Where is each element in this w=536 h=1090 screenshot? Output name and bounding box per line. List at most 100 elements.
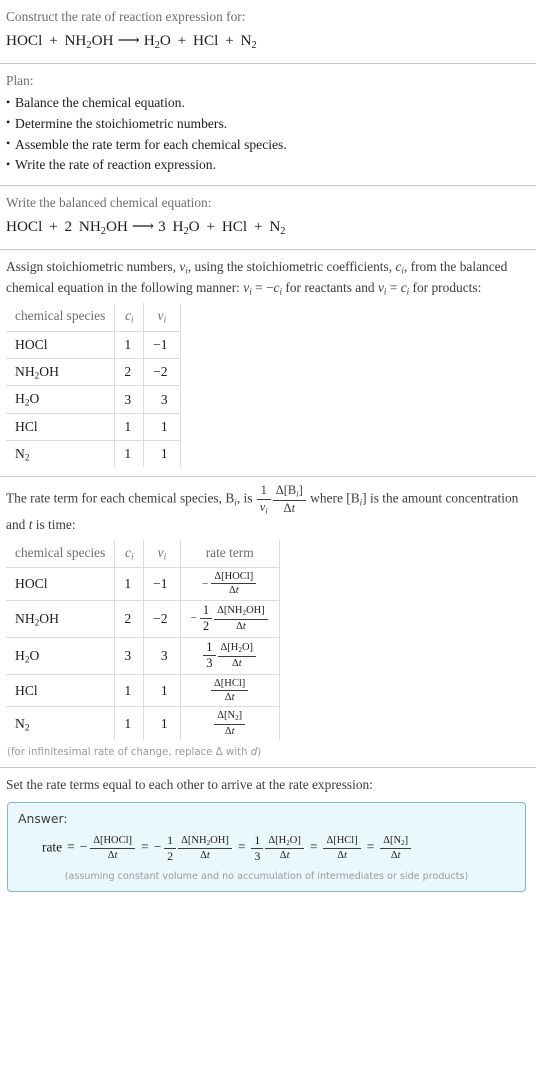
- cell-c: 1: [114, 439, 145, 468]
- column-header-species: chemical species: [6, 539, 116, 569]
- answer-box: Answer: rate = − Δ[HOCl] Δt = −1 2 Δ[NH2OH] Δt = 1 3…: [7, 801, 526, 893]
- inline-fraction-one-over-nu: 1 νi: [256, 484, 271, 515]
- assign-text-4: for reactants and: [282, 279, 378, 295]
- fraction-delta-N2-over-delta-t: Δ[N2] Δt: [380, 835, 412, 862]
- table-row: N2 1 1: [6, 439, 181, 468]
- cell-c: 1: [114, 673, 145, 708]
- page-title: Construct the rate of reaction expressio…: [6, 9, 246, 24]
- answer-assumption-note: (assuming constant volume and no accumul…: [64, 871, 469, 883]
- assign-text-2: , using the stoichiometric coefficients,: [187, 258, 396, 274]
- balanced-equation-label: Write the balanced chemical equation:: [6, 194, 212, 210]
- rate-term-table: chemical species ci νi rate term HOCl 1 …: [6, 539, 280, 741]
- column-header-v: νi: [143, 539, 181, 569]
- rate-intro-text-3: where: [306, 491, 347, 507]
- fraction-one-third: 13: [203, 640, 216, 671]
- inline-fraction-delta-B-over-delta-t: Δ[Bi] Δt: [272, 484, 306, 515]
- column-header-c: ci: [114, 303, 145, 332]
- cell-rate-term: Δ[HCl] Δt: [179, 673, 280, 708]
- fraction-delta-NH2OH-over-delta-t: Δ[NH2OH] Δt: [214, 605, 268, 632]
- cell-c: 2: [114, 599, 145, 638]
- input-equation: HOCl + NH2OH ⟶ H2O + HCl + N2: [6, 32, 257, 52]
- cell-rate-term: 1 3 Δ[H2O] Δt: [179, 636, 280, 675]
- cell-species: HCl: [6, 673, 116, 708]
- rate-term-section: The rate term for each chemical species,…: [0, 477, 536, 767]
- balanced-equation: HOCl + 2 NH2OH ⟶ 3 H2O + HCl + N2: [6, 218, 286, 238]
- table-footnote: (for infinitesimal rate of change, repla…: [7, 747, 262, 759]
- list-item: Assemble the rate term for each chemical…: [6, 134, 530, 156]
- column-header-c: ci: [114, 539, 145, 569]
- answer-prompt: Set the rate terms equal to each other t…: [6, 777, 373, 793]
- table-row: N2 1 1 Δ[N2] Δt: [6, 706, 280, 741]
- fraction-one-third: 13: [251, 833, 264, 863]
- cell-v: 3: [143, 636, 181, 675]
- plan-list: Balance the chemical equation. Determine…: [6, 93, 530, 176]
- plan-section: Plan: Balance the chemical equation. Det…: [0, 64, 536, 185]
- cell-species: H2O: [6, 385, 116, 414]
- cell-rate-term: Δ[N2] Δt: [179, 706, 280, 741]
- cell-c: 3: [114, 636, 145, 675]
- list-item: Write the rate of reaction expression.: [6, 155, 530, 176]
- stoichiometric-section: Assign stoichiometric numbers, νi , using…: [0, 250, 536, 477]
- column-header-v: νi: [143, 303, 181, 332]
- rate-intro-text-2: , is: [236, 491, 256, 507]
- fraction-delta-HOCl-over-delta-t: Δ[HOCl] Δt: [90, 835, 136, 861]
- cell-v: 3: [143, 385, 181, 414]
- cell-c: 1: [114, 330, 145, 359]
- cell-v: 1: [143, 439, 181, 468]
- stoichiometric-table: chemical species ci νi HOCl 1 −1 NH2OH 2…: [6, 303, 181, 468]
- fraction-delta-HCl-over-delta-t: Δ[HCl] Δt: [211, 678, 249, 704]
- rate-word: rate: [42, 839, 63, 855]
- list-item: Balance the chemical equation.: [6, 93, 530, 114]
- cell-species: HOCl: [6, 567, 116, 601]
- stoichiometric-description: Assign stoichiometric numbers, νi, using…: [6, 258, 508, 297]
- table-header-row: chemical species ci νi: [6, 303, 181, 332]
- table-row: NH2OH 2 −2: [6, 357, 181, 387]
- answer-section: Set the rate terms equal to each other t…: [0, 768, 536, 901]
- fraction-one-half: 12: [199, 603, 213, 634]
- cell-v: −2: [143, 357, 181, 387]
- fraction-delta-HCl-over-delta-t: Δ[HCl] Δt: [323, 835, 361, 861]
- list-item: Determine the stoichiometric numbers.: [6, 113, 530, 135]
- fraction-delta-HOCl-over-delta-t: Δ[HOCl] Δt: [211, 571, 257, 597]
- rate-intro-text-1: The rate term for each chemical species,: [6, 491, 226, 507]
- fraction-delta-H2O-over-delta-t: Δ[H2O] Δt: [265, 835, 304, 862]
- table-row: HCl 1 1 Δ[HCl] Δt: [6, 673, 280, 708]
- cell-c: 3: [114, 385, 145, 414]
- cell-species: HOCl: [6, 330, 116, 359]
- cell-species: N2: [6, 439, 116, 468]
- fraction-delta-N2-over-delta-t: Δ[N2] Δt: [214, 710, 246, 737]
- cell-v: 1: [143, 412, 181, 441]
- table-row: H2O 3 3: [6, 385, 181, 414]
- cell-v: 1: [143, 706, 181, 741]
- cell-rate-term: − Δ[HOCl] Δt: [179, 567, 280, 601]
- answer-label: Answer:: [18, 810, 68, 826]
- cell-c: 1: [114, 567, 145, 601]
- fraction-delta-H2O-over-delta-t: Δ[H2O] Δt: [217, 642, 257, 669]
- assign-text-5: for products:: [409, 279, 482, 295]
- cell-species: H2O: [6, 636, 116, 675]
- column-header-species: chemical species: [6, 303, 116, 332]
- cell-c: 1: [114, 706, 145, 741]
- cell-v: −2: [143, 599, 181, 638]
- cell-v: −1: [143, 330, 181, 359]
- cell-c: 2: [114, 357, 145, 387]
- table-row: H2O 3 3 1 3 Δ[H2O] Δt: [6, 636, 280, 675]
- table-row: NH2OH 2 −2 −1 2 Δ[NH2OH] Δt: [6, 599, 280, 638]
- cell-c: 1: [114, 412, 145, 441]
- cell-species: NH2OH: [6, 357, 116, 387]
- assign-text-1: Assign stoichiometric numbers,: [6, 258, 180, 274]
- cell-species: N2: [6, 706, 116, 741]
- table-row: HOCl 1 −1 − Δ[HOCl] Δt: [6, 567, 280, 601]
- table-row: HCl 1 1: [6, 412, 181, 441]
- rate-term-description: The rate term for each chemical species,…: [6, 483, 519, 533]
- cell-v: 1: [143, 673, 181, 708]
- solution-page: Construct the rate of reaction expressio…: [0, 0, 536, 905]
- cell-rate-term: −1 2 Δ[NH2OH] Δt: [179, 599, 280, 638]
- fraction-one-half: 12: [164, 833, 177, 863]
- table-row: HOCl 1 −1: [6, 330, 181, 359]
- fraction-delta-NH2OH-over-delta-t: Δ[NH2OH] Δt: [178, 835, 232, 862]
- rate-intro-text-5: is time:: [32, 517, 76, 533]
- final-rate-expression: rate = − Δ[HOCl] Δt = −1 2 Δ[NH2OH] Δt = 1 3 Δ[H2O] Δt…: [18, 833, 515, 863]
- table-header-row: chemical species ci νi rate term: [6, 539, 280, 569]
- cell-species: NH2OH: [6, 599, 116, 638]
